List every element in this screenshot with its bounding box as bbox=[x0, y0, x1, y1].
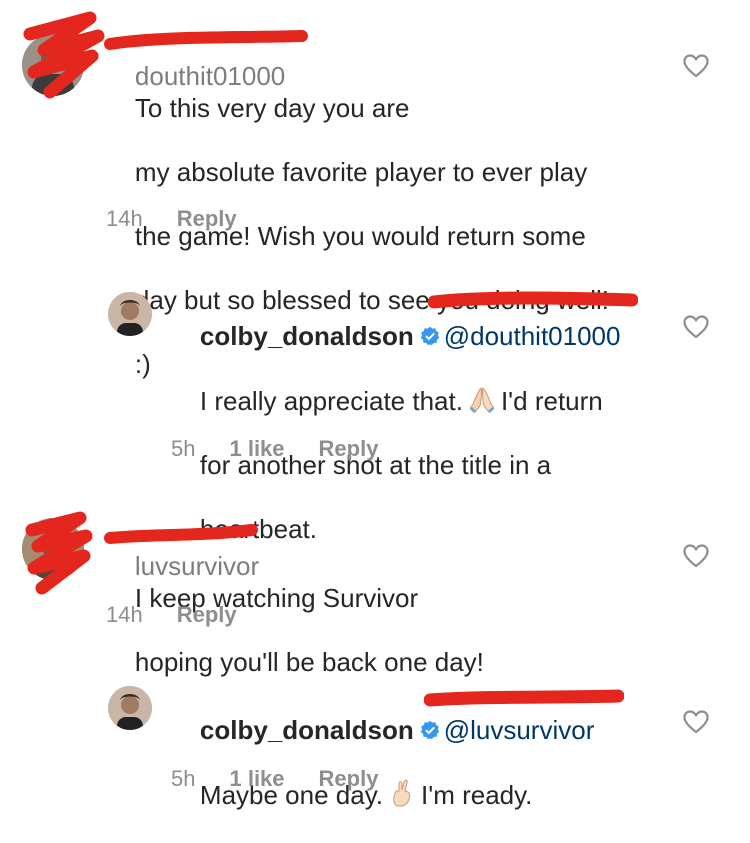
comment-text-part-2: I'd return bbox=[500, 386, 603, 416]
comment-meta: 14h Reply bbox=[106, 602, 237, 628]
timestamp: 5h bbox=[171, 436, 196, 461]
reply-button[interactable]: Reply bbox=[177, 602, 237, 628]
avatar[interactable] bbox=[22, 34, 84, 96]
comment-3: luvsurvivor I keep watching Survivor hop… bbox=[0, 500, 750, 677]
reply-button[interactable]: Reply bbox=[177, 206, 237, 232]
comment-text-line-1: To this very day you are bbox=[134, 93, 410, 123]
username[interactable]: douthit01000 bbox=[135, 61, 285, 91]
comment-1: douthit01000 To this very day you are my… bbox=[0, 0, 750, 379]
timestamp: 14h bbox=[106, 206, 143, 231]
comment-2-reply: colby_donaldson @douthit01000 I really ap… bbox=[0, 280, 750, 544]
folded-hands-emoji bbox=[469, 387, 495, 414]
username[interactable]: luvsurvivor bbox=[135, 551, 259, 581]
comment-meta: 5h 1 like Reply bbox=[171, 766, 378, 792]
comment-meta: 5h 1 like Reply bbox=[171, 436, 378, 462]
crossed-fingers-emoji bbox=[393, 779, 411, 807]
comment-text: colby_donaldson @luvsurvivor Maybe one da… bbox=[171, 682, 671, 843]
comment-text-part-1: I really appreciate that. bbox=[199, 386, 463, 416]
heart-outline-icon[interactable] bbox=[683, 710, 709, 734]
timestamp: 5h bbox=[171, 766, 196, 791]
verified-badge-icon bbox=[420, 720, 439, 740]
avatar[interactable] bbox=[108, 292, 152, 336]
heart-outline-icon[interactable] bbox=[683, 54, 709, 78]
comment-text-line-2: my absolute favorite player to ever play bbox=[134, 157, 588, 187]
timestamp: 14h bbox=[106, 602, 143, 627]
heart-outline-icon[interactable] bbox=[683, 544, 709, 568]
avatar[interactable] bbox=[108, 686, 152, 730]
like-count[interactable]: 1 like bbox=[229, 436, 284, 462]
username[interactable]: colby_donaldson bbox=[200, 321, 414, 351]
like-count[interactable]: 1 like bbox=[229, 766, 284, 792]
comment-meta: 14h Reply bbox=[106, 206, 237, 232]
reply-button[interactable]: Reply bbox=[319, 766, 379, 792]
avatar[interactable] bbox=[22, 518, 84, 580]
heart-outline-icon[interactable] bbox=[683, 315, 709, 339]
verified-badge-icon bbox=[420, 326, 439, 346]
reply-button[interactable]: Reply bbox=[319, 436, 379, 462]
username[interactable]: colby_donaldson bbox=[200, 715, 414, 745]
mention-link[interactable]: @luvsurvivor bbox=[444, 715, 595, 745]
comment-4-reply: colby_donaldson @luvsurvivor Maybe one da… bbox=[0, 672, 750, 810]
mention-link[interactable]: @douthit01000 bbox=[444, 321, 621, 351]
